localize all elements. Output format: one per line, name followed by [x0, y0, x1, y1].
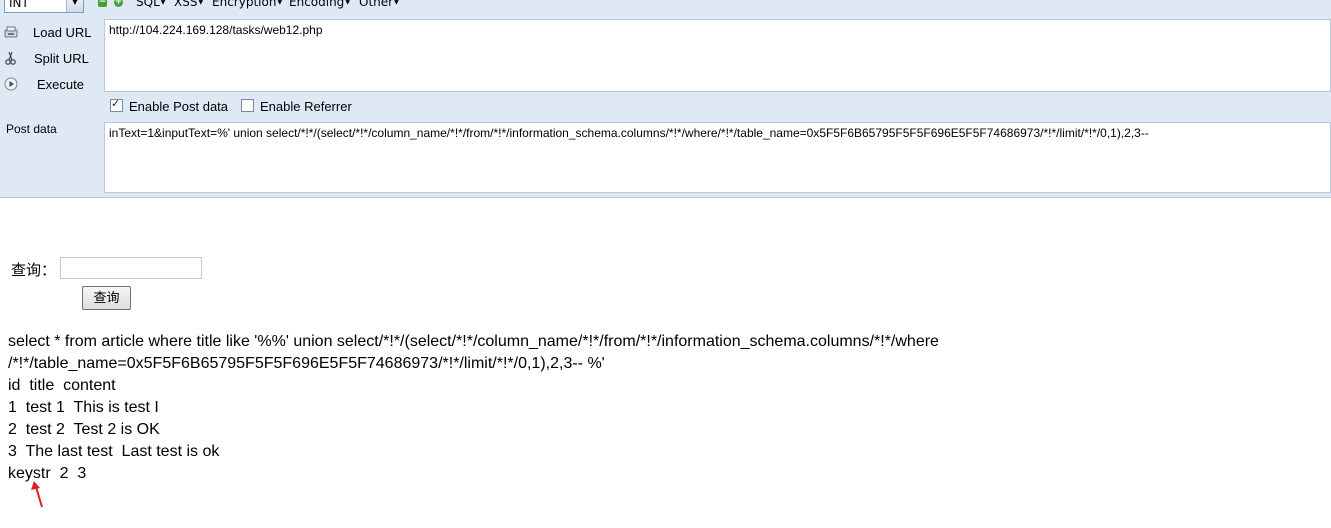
plus-icon[interactable]: + [114, 0, 123, 7]
dropdown-arrow-icon: ▼ [345, 0, 350, 6]
menu-xss[interactable]: XSS▼ [174, 0, 203, 9]
url-textarea[interactable]: http://104.224.169.128/tasks/web12.php [104, 19, 1331, 92]
dropdown-arrow-icon: ▼ [277, 0, 283, 6]
enable-referrer-label: Enable Referrer [260, 99, 352, 114]
menu-sql[interactable]: SQL▼ [136, 0, 165, 9]
execute-label: Execute [37, 77, 84, 92]
table-header-row: id title content [8, 377, 116, 394]
menu-encryption-label: Encryption [212, 0, 277, 9]
query-input[interactable] [60, 257, 202, 279]
execute-button[interactable]: Execute [0, 74, 100, 96]
menu-encoding[interactable]: Encoding▼ [289, 0, 350, 9]
red-arrow-annotation-icon [31, 481, 43, 508]
query-button[interactable]: 查询 [82, 286, 131, 310]
table-row: 3 The last test Last test is ok [8, 443, 220, 460]
hackbar-panel: INT ▼ − + SQL▼ XSS▼ Encryption▼ Encoding… [0, 0, 1331, 198]
menu-sql-label: SQL [136, 0, 160, 9]
post-data-label: Post data [6, 122, 57, 136]
checkbox-checked-icon[interactable] [110, 97, 123, 112]
menu-other[interactable]: Other▼ [359, 0, 399, 9]
play-icon [4, 77, 18, 91]
menu-encoding-label: Encoding [289, 0, 345, 9]
table-row: 1 test 1 This is test I [8, 399, 159, 416]
table-row: keystr 2 3 [8, 465, 87, 482]
enable-post-checkbox[interactable]: Enable Post data [110, 97, 229, 114]
dropdown-arrow-icon: ▼ [394, 0, 399, 6]
split-url-button[interactable]: Split URL [0, 48, 100, 70]
table-row: 2 test 2 Test 2 is OK [8, 421, 160, 438]
load-url-label: Load URL [33, 25, 92, 40]
load-url-icon [4, 26, 18, 38]
enable-post-label: Enable Post data [129, 99, 229, 114]
chevron-down-icon: ▼ [66, 0, 83, 12]
query-result: select * from article where title like '… [8, 331, 1318, 485]
minus-icon[interactable]: − [98, 0, 107, 7]
enable-referrer-checkbox[interactable]: Enable Referrer [241, 99, 352, 114]
dropdown-arrow-icon: ▼ [160, 0, 166, 6]
checkbox-unchecked-icon[interactable] [241, 99, 254, 112]
scissors-icon [5, 51, 16, 65]
post-data-textarea[interactable]: inText=1&inputText=%' union select/*!*/(… [104, 122, 1331, 193]
menu-other-label: Other [359, 0, 394, 9]
encoding-select[interactable]: INT ▼ [4, 0, 84, 13]
sql-line-2: /*!*/table_name=0x5F5F6B65795F5F5F696E5F… [8, 355, 605, 372]
post-data-value: inText=1&inputText=%' union select/*!*/(… [109, 126, 1149, 140]
load-url-button[interactable]: Load URL [0, 22, 100, 44]
menu-xss-label: XSS [174, 0, 198, 9]
encoding-select-value: INT [9, 0, 29, 10]
url-value: http://104.224.169.128/tasks/web12.php [109, 23, 323, 37]
query-label: 查询： [11, 262, 57, 279]
split-url-label: Split URL [34, 51, 89, 66]
sql-line-1: select * from article where title like '… [8, 333, 939, 350]
hackbar-toolbar: INT ▼ − + SQL▼ XSS▼ Encryption▼ Encoding… [0, 0, 1331, 13]
menu-encryption[interactable]: Encryption▼ [212, 0, 282, 9]
dropdown-arrow-icon: ▼ [198, 0, 204, 6]
